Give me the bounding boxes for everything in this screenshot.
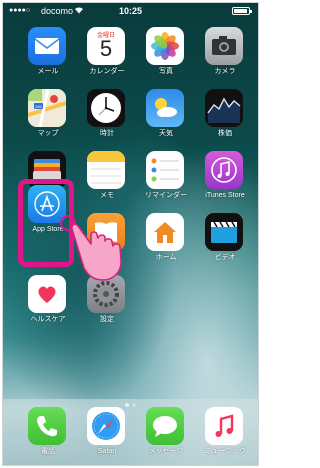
app-label: カレンダー — [89, 68, 125, 75]
app-label: ビデオ — [214, 254, 236, 261]
home-icon — [146, 213, 184, 251]
app-reminders[interactable]: リマインダー — [138, 151, 194, 209]
dock: 電話 Safari メッセージ ミュージック — [3, 399, 258, 465]
app-label: Safari — [97, 448, 117, 455]
app-label: 天気 — [159, 130, 173, 137]
app-label: リマインダー — [145, 192, 187, 199]
app-label: マップ — [37, 130, 59, 137]
app-calendar[interactable]: 金曜日 5 カレンダー — [79, 27, 135, 85]
status-time: 10:25 — [118, 6, 143, 16]
status-bar: ●●●●○ docomo 10:25 — [3, 3, 258, 19]
app-label: メモ — [100, 192, 114, 199]
app-label: 写真 — [159, 68, 173, 75]
app-clock[interactable]: 時計 — [79, 89, 135, 147]
photos-icon — [146, 27, 184, 65]
app-home[interactable]: ホーム — [138, 213, 194, 271]
app-notes[interactable]: メモ — [79, 151, 135, 209]
maps-icon: 280 — [28, 89, 66, 127]
app-label: カメラ — [214, 68, 236, 75]
app-label: 株価 — [218, 130, 232, 137]
app-label: 時計 — [100, 130, 114, 137]
stocks-icon — [205, 89, 243, 127]
weather-icon — [146, 89, 184, 127]
videos-icon — [205, 213, 243, 251]
dock-app-messages[interactable]: メッセージ — [138, 407, 194, 465]
calendar-day: 5 — [99, 36, 113, 61]
phone-icon — [28, 407, 66, 445]
safari-icon — [87, 407, 125, 445]
messages-icon — [146, 407, 184, 445]
svg-text:280: 280 — [35, 104, 42, 109]
app-videos[interactable]: ビデオ — [197, 213, 253, 271]
app-itunes-store[interactable]: iTunes Store — [197, 151, 253, 209]
app-label: ミュージック — [204, 448, 246, 455]
camera-icon — [205, 27, 243, 65]
app-label: 電話 — [41, 448, 55, 455]
app-maps[interactable]: 280 マップ — [20, 89, 76, 147]
pointing-hand-icon — [60, 215, 122, 281]
app-label: iTunes Store — [205, 192, 245, 199]
clock-icon — [87, 89, 125, 127]
notes-icon — [87, 151, 125, 189]
app-photos[interactable]: 写真 — [138, 27, 194, 85]
app-label: メール — [37, 68, 59, 75]
itunes-store-icon — [205, 151, 243, 189]
dock-app-phone[interactable]: 電話 — [20, 407, 76, 465]
app-label: メッセージ — [148, 448, 184, 455]
app-label: ヘルスケア — [30, 316, 66, 323]
reminders-icon — [146, 151, 184, 189]
app-weather[interactable]: 天気 — [138, 89, 194, 147]
music-icon — [205, 407, 243, 445]
mail-icon — [28, 27, 66, 65]
home-screen: ●●●●○ docomo 10:25 メール 金曜日 5 カレンダー 写真 カメ… — [2, 2, 259, 466]
app-label: ホーム — [155, 254, 177, 261]
app-camera[interactable]: カメラ — [197, 27, 253, 85]
dock-app-music[interactable]: ミュージック — [197, 407, 253, 465]
app-mail[interactable]: メール — [20, 27, 76, 85]
app-label: 設定 — [100, 316, 114, 323]
app-stocks[interactable]: 株価 — [197, 89, 253, 147]
battery-icon — [232, 7, 252, 15]
calendar-icon: 金曜日 5 — [87, 27, 125, 65]
dock-app-safari[interactable]: Safari — [79, 407, 135, 465]
